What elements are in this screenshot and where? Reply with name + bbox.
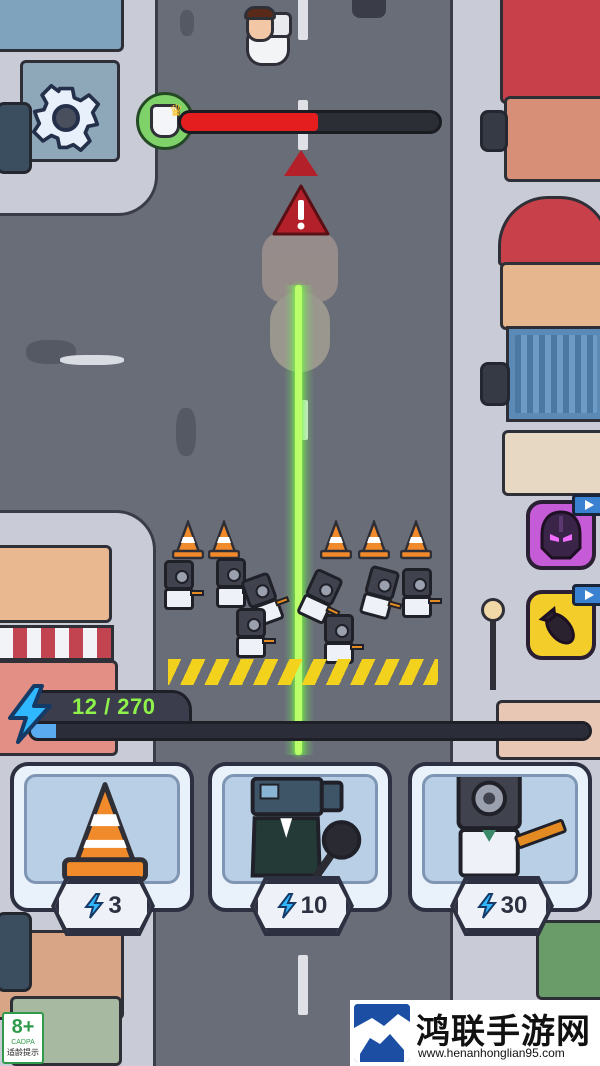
lamp-light <box>481 598 505 622</box>
age-rating: 8+ <box>11 1016 35 1038</box>
traffic-cone <box>358 520 390 560</box>
lightning-icon <box>476 893 497 919</box>
age-rating-org: CADPA <box>11 1039 35 1046</box>
lane-marking <box>298 955 308 1015</box>
building <box>0 545 112 623</box>
building <box>500 262 600 330</box>
lightning-icon <box>276 893 297 919</box>
road-crack <box>176 408 196 456</box>
cost-value: 10 <box>300 892 328 919</box>
lightning-icon <box>8 684 52 744</box>
site-logo-icon <box>354 1004 410 1062</box>
barrel <box>0 912 32 992</box>
age-rating-badge: 8+ CADPA 适龄提示 <box>2 1012 44 1064</box>
lightning-icon <box>84 893 105 919</box>
boss-health-fill <box>181 113 318 131</box>
building <box>502 430 600 496</box>
age-rating-tip: 适龄提示 <box>7 1048 39 1057</box>
cost-value: 30 <box>500 892 528 919</box>
cost-value: 3 <box>108 892 122 919</box>
energy-bar <box>28 721 592 741</box>
card-artwork-frame <box>422 774 578 884</box>
cost-badge: 3 <box>55 880 151 932</box>
trash-bin <box>480 362 510 406</box>
shipping-container <box>506 326 600 422</box>
card-artwork-frame <box>24 774 180 884</box>
incoming-arrow-icon <box>284 150 318 176</box>
boss-health-bar <box>178 110 442 134</box>
traffic-cone <box>400 520 432 560</box>
warning-icon <box>272 184 330 236</box>
speakerman-unit <box>398 568 442 622</box>
speakerman-unit <box>232 608 276 662</box>
shop-awning <box>0 625 114 661</box>
toilet-enemy-partial <box>352 0 386 18</box>
gear-icon[interactable] <box>30 82 102 154</box>
watermark-url: www.henanhonglian95.com <box>418 1046 565 1060</box>
card-artwork-frame <box>222 774 378 884</box>
traffic-cone-icon <box>62 782 148 882</box>
cost-badge: 10 <box>254 880 350 932</box>
energy-counter: 12 / 270 <box>72 694 156 719</box>
cost-badge: 30 <box>454 880 550 932</box>
cameraman-icon <box>250 777 362 880</box>
building <box>0 0 124 52</box>
building <box>536 920 600 1000</box>
traffic-cone <box>320 520 352 560</box>
defense-line-hazard-stripes <box>168 659 438 685</box>
traffic-cone <box>172 520 204 560</box>
lamp-post <box>490 612 496 690</box>
building <box>504 96 600 182</box>
trash-bin <box>480 110 508 152</box>
traffic-cone <box>208 520 240 560</box>
speakerman-unit <box>160 560 204 614</box>
video-ad-icon <box>572 584 600 606</box>
speakerman-icon <box>456 777 567 878</box>
building-roof <box>500 0 600 104</box>
road-patch <box>60 355 124 365</box>
toilet-enemy <box>240 4 300 74</box>
road-crack <box>180 10 194 36</box>
video-ad-icon <box>572 494 600 516</box>
barrel <box>0 102 32 174</box>
